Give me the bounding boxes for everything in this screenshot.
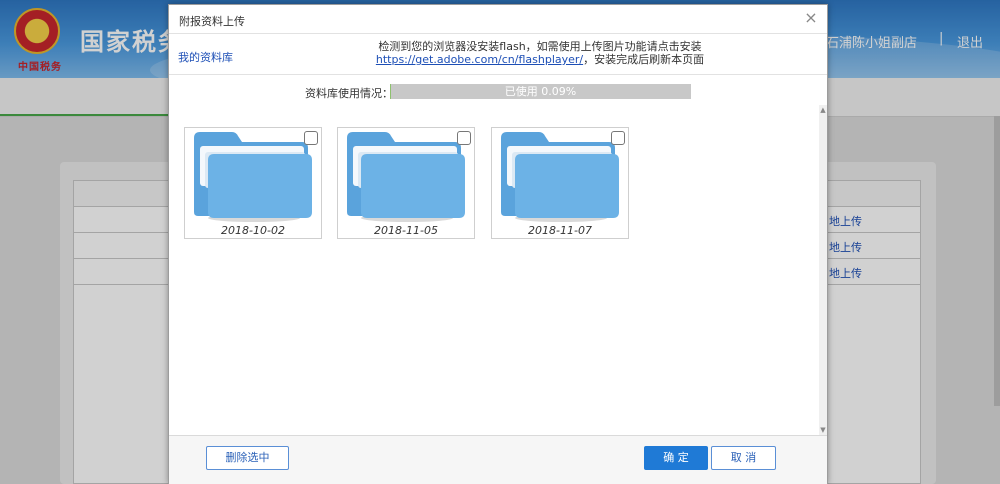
folder-card[interactable]: 2018-11-07 (491, 127, 629, 239)
flash-notice-text: 检测到您的浏览器没安装flash，如需使用上传图片功能请点击安装 (378, 40, 702, 53)
close-icon[interactable]: × (801, 8, 821, 28)
folder-date: 2018-10-02 (221, 224, 285, 237)
flash-notice: 检测到您的浏览器没安装flash，如需使用上传图片功能请点击安装 https:/… (375, 40, 705, 66)
flash-notice-suffix: ，安装完成后刷新本页面 (583, 53, 705, 66)
cancel-button[interactable]: 取 消 (711, 446, 776, 470)
folder-checkbox[interactable] (457, 131, 471, 145)
usage-label: 资料库使用情况： (305, 87, 393, 100)
folder-card[interactable]: 2018-11-05 (337, 127, 475, 239)
folder-checkbox[interactable] (611, 131, 625, 145)
folder-checkbox[interactable] (304, 131, 318, 145)
folder-icon (501, 132, 619, 222)
flash-download-link[interactable]: https://get.adobe.com/cn/flashplayer/ (376, 53, 583, 66)
library-content: 资料库使用情况： 已使用 0.09% 2018-10-02 2018-11-05… (169, 75, 819, 435)
my-library-link[interactable]: 我的资料库 (178, 49, 233, 65)
folder-icon (347, 132, 465, 222)
dialog-title: 附报资料上传 (179, 15, 245, 28)
scroll-up-icon[interactable]: ▲ (819, 105, 827, 115)
dialog-titlebar: 附报资料上传 × (169, 5, 827, 34)
folder-card[interactable]: 2018-10-02 (184, 127, 322, 239)
confirm-button[interactable]: 确 定 (644, 446, 708, 470)
dialog-scrollbar[interactable]: ▲ ▼ (819, 105, 827, 435)
folder-icon (194, 132, 312, 222)
scroll-down-icon[interactable]: ▼ (819, 425, 827, 435)
folder-date: 2018-11-07 (528, 224, 592, 237)
usage-progress-bar: 已使用 0.09% (390, 84, 691, 99)
delete-selected-button[interactable]: 删除选中 (206, 446, 289, 470)
folder-date: 2018-11-05 (374, 224, 438, 237)
upload-dialog: 附报资料上传 × 我的资料库 检测到您的浏览器没安装flash，如需使用上传图片… (168, 4, 828, 484)
usage-text: 已使用 0.09% (504, 85, 577, 98)
dialog-subbar: 我的资料库 检测到您的浏览器没安装flash，如需使用上传图片功能请点击安装 h… (169, 34, 827, 75)
dialog-footer: 删除选中 确 定 取 消 (169, 435, 827, 484)
